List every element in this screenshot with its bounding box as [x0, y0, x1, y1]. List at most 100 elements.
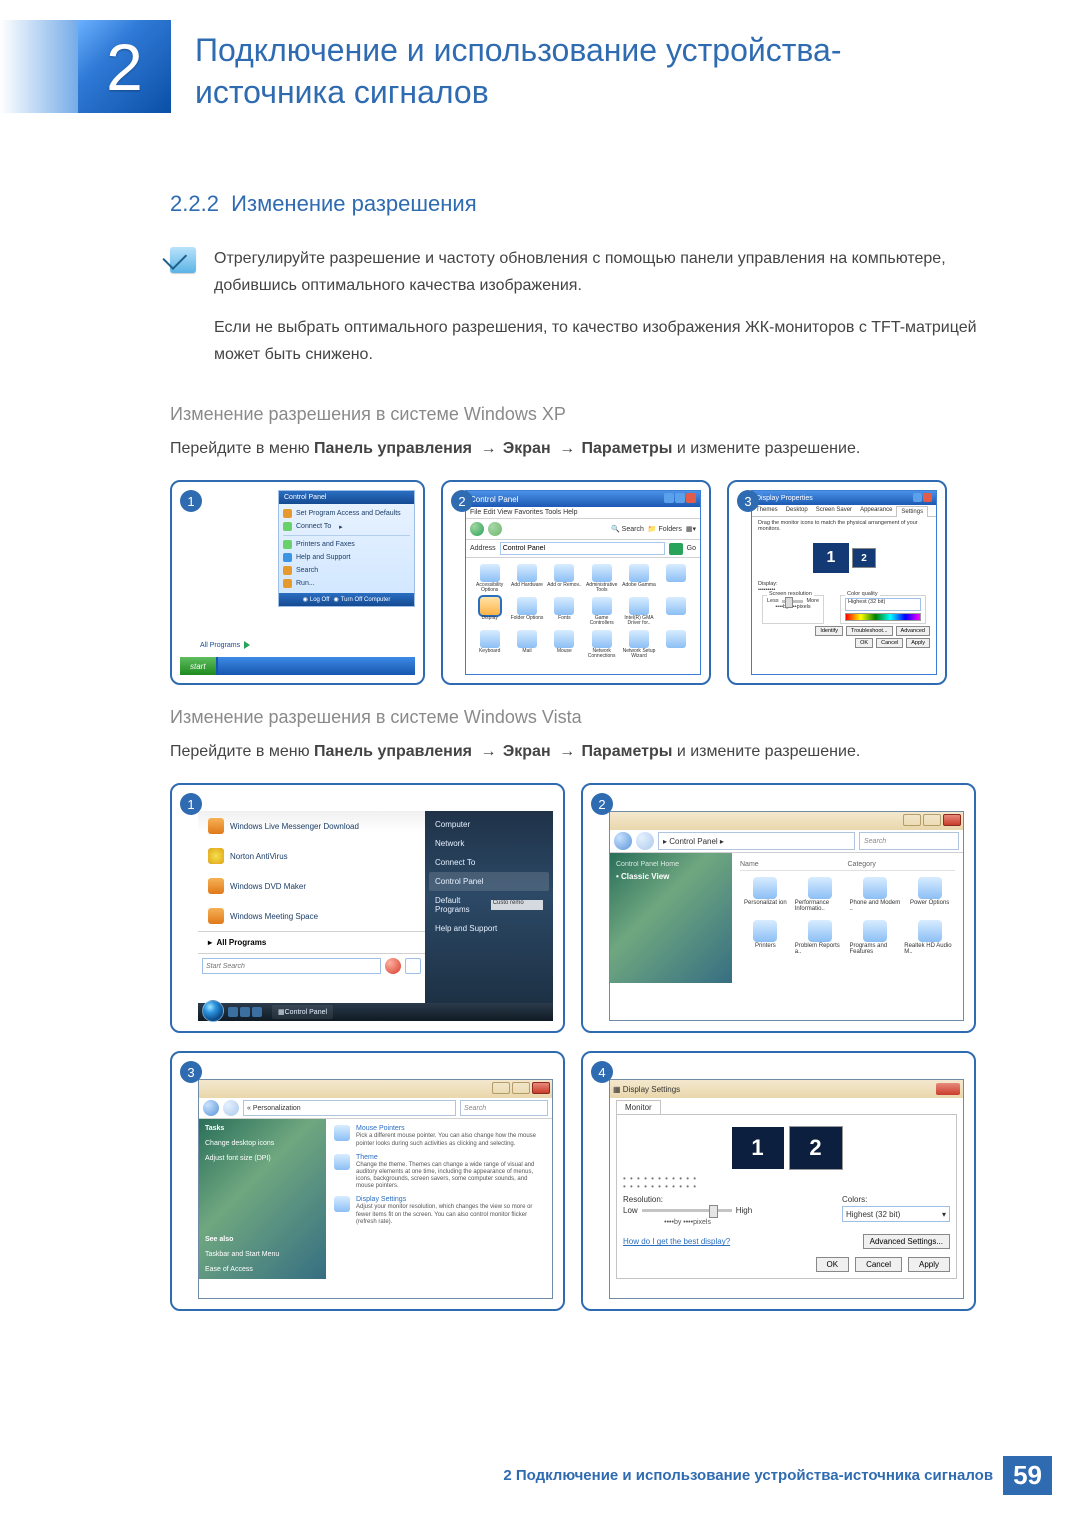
ok-button[interactable]: OK — [816, 1257, 850, 1272]
cp-icon[interactable]: Printers — [740, 920, 791, 955]
logoff-button[interactable]: ◉ Log Off — [303, 596, 330, 603]
window-controls[interactable] — [610, 812, 963, 830]
close-button[interactable] — [936, 1083, 960, 1095]
cp-icon[interactable]: Mail — [509, 630, 544, 659]
monitor-layout[interactable]: 1 2 — [752, 535, 936, 581]
search-button[interactable]: 🔍 Search — [611, 525, 644, 533]
cp-icon[interactable]: Power Options — [904, 877, 955, 912]
monitor-layout[interactable]: 1 2 — [623, 1121, 950, 1175]
window-controls[interactable] — [912, 493, 932, 504]
cp-icon[interactable]: Programs and Features — [850, 920, 901, 955]
sidebar-item[interactable]: • Classic View — [616, 872, 726, 881]
start-menu-item[interactable]: Windows Live Messenger Download — [198, 811, 425, 841]
cp-icon-display[interactable]: Display — [472, 597, 507, 626]
cp-icon[interactable]: Performance Informatio.. — [795, 877, 846, 912]
all-programs[interactable]: ▸ All Programs — [198, 931, 425, 953]
cp-icon[interactable] — [659, 630, 694, 659]
start-right-item[interactable]: Computer — [429, 815, 549, 834]
sidebar-link[interactable]: Adjust font size (DPI) — [205, 1155, 320, 1162]
cancel-button[interactable]: Cancel — [876, 638, 903, 648]
cp-icon[interactable] — [659, 564, 694, 593]
cp-icon[interactable]: Game Controllers — [584, 597, 619, 626]
search-input[interactable]: Search — [460, 1100, 548, 1116]
color-select[interactable]: Highest (32 bit) — [845, 598, 921, 611]
cp-icon[interactable]: Add Hardware — [509, 564, 544, 593]
cp-icon[interactable]: Realtek HD Audio M.. — [904, 920, 955, 955]
help-link[interactable]: How do I get the best display? — [623, 1237, 730, 1246]
menu-bar[interactable]: File Edit View Favorites Tools Help — [466, 507, 700, 519]
troubleshoot-button[interactable]: Troubleshoot... — [846, 626, 892, 636]
forward-button[interactable] — [636, 832, 654, 850]
breadcrumb[interactable]: « Personalization — [243, 1100, 456, 1116]
start-search-input[interactable] — [202, 958, 381, 974]
ok-button[interactable]: OK — [855, 638, 873, 648]
cp-icon[interactable]: Network Setup Wizard — [621, 630, 656, 659]
start-menu-item[interactable]: Windows DVD Maker — [198, 871, 425, 901]
sidebar-head[interactable]: Control Panel Home — [616, 861, 679, 868]
all-programs[interactable]: All Programs — [200, 641, 250, 649]
cp-icon[interactable]: Intel(R) GMA Driver for.. — [621, 597, 656, 626]
start-menu-item[interactable]: Search — [283, 564, 410, 577]
start-menu-item[interactable]: Windows Meeting Space — [198, 901, 425, 931]
cp-icon[interactable]: Add or Remov.. — [547, 564, 582, 593]
start-menu-item[interactable]: Run... — [283, 577, 410, 590]
start-right-item[interactable]: Control Panel — [429, 872, 549, 891]
taskbar-button[interactable]: ▦ Control Panel — [272, 1005, 333, 1019]
cancel-button[interactable]: Cancel — [855, 1257, 902, 1272]
start-menu-item[interactable]: Norton AntiVirus — [198, 841, 425, 871]
cp-icon[interactable]: Adobe Gamma — [621, 564, 656, 593]
personalization-item[interactable]: ThemeChange the theme. Themes can change… — [334, 1154, 544, 1191]
colors-select[interactable]: Highest (32 bit)▾ — [842, 1206, 950, 1222]
window-controls[interactable] — [199, 1080, 552, 1098]
cp-icon[interactable]: Personalizat ion — [740, 877, 791, 912]
sidebar-link[interactable]: Change desktop icons — [205, 1140, 320, 1147]
window-controls[interactable] — [663, 493, 696, 505]
cp-icon[interactable]: Fonts — [547, 597, 582, 626]
start-right-item[interactable]: Connect To — [429, 853, 549, 872]
personalization-item[interactable]: Display SettingsAdjust your monitor reso… — [334, 1196, 544, 1226]
cp-icon[interactable] — [659, 597, 694, 626]
identify-button[interactable]: Identify — [815, 626, 843, 636]
advanced-button[interactable]: Advanced Settings... — [863, 1234, 950, 1249]
turnoff-button[interactable]: ◉ Turn Off Computer — [333, 596, 390, 603]
address-input[interactable] — [500, 542, 665, 555]
tab[interactable]: Appearance — [856, 505, 896, 516]
start-menu-item[interactable]: Connect To ▸ — [283, 520, 410, 533]
cp-icon[interactable]: Accessibility Options — [472, 564, 507, 593]
start-menu-item[interactable]: Set Program Access and Defaults — [283, 507, 410, 520]
tab[interactable]: Screen Saver — [812, 505, 856, 516]
cp-icon[interactable]: Network Connections — [584, 630, 619, 659]
back-button[interactable] — [614, 832, 632, 850]
back-button[interactable] — [470, 522, 484, 536]
breadcrumb[interactable]: ▸ Control Panel ▸ — [658, 832, 855, 850]
sidebar-link[interactable]: Taskbar and Start Menu — [205, 1251, 320, 1258]
cp-icon[interactable]: Keyboard — [472, 630, 507, 659]
start-menu-item[interactable]: Help and Support — [283, 551, 410, 564]
start-orb[interactable] — [202, 1000, 224, 1022]
tab-monitor[interactable]: Monitor — [616, 1100, 661, 1114]
cp-icon[interactable]: Mouse — [547, 630, 582, 659]
advanced-button[interactable]: Advanced — [896, 626, 930, 636]
apply-button[interactable]: Apply — [906, 638, 930, 648]
tab[interactable]: Desktop — [782, 505, 812, 516]
resolution-slider[interactable]: LowHigh — [623, 1206, 752, 1215]
lock-button[interactable] — [405, 958, 421, 974]
sidebar-link[interactable]: Ease of Access — [205, 1266, 320, 1273]
cp-icon[interactable]: Administrative Tools — [584, 564, 619, 593]
apply-button[interactable]: Apply — [908, 1257, 950, 1272]
cp-icon[interactable]: Folder Options — [509, 597, 544, 626]
start-menu-item[interactable]: Printers and Faxes — [283, 538, 410, 551]
personalization-item[interactable]: Mouse PointersPick a different mouse poi… — [334, 1125, 544, 1147]
forward-button[interactable] — [488, 522, 502, 536]
start-right-item[interactable]: Help and Support — [429, 919, 549, 938]
tab-settings[interactable]: Settings — [896, 506, 928, 517]
forward-button[interactable] — [223, 1100, 239, 1116]
start-button[interactable]: start — [180, 657, 218, 675]
folders-button[interactable]: 📁 Folders — [648, 525, 682, 533]
search-input[interactable]: Search — [859, 832, 959, 850]
back-button[interactable] — [203, 1100, 219, 1116]
cp-icon[interactable]: Problem Reports a.. — [795, 920, 846, 955]
go-button[interactable] — [669, 543, 683, 555]
start-right-item[interactable]: Network — [429, 834, 549, 853]
power-button[interactable] — [385, 958, 401, 974]
